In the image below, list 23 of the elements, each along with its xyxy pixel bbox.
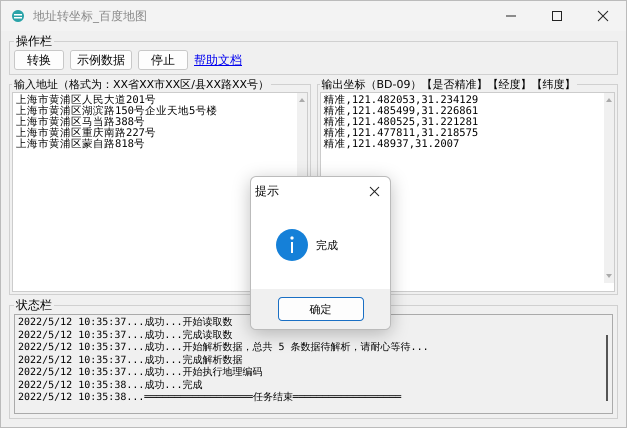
- address-line: 上海市黄浦区蒙自路818号: [16, 139, 146, 150]
- coordinate-line: 精准,121.485499,31.226861: [324, 106, 480, 117]
- address-line: 上海市黄浦区重庆南路227号: [16, 128, 157, 139]
- coordinate-line: 精准,121.480525,31.221281: [324, 117, 480, 128]
- address-line: 上海市黄浦区湖滨路150号企业天地5号楼: [16, 106, 218, 117]
- log-line: 2022/5/12 10:35:38...══════════════════任务结束══════════════════: [18, 392, 402, 404]
- group-title: 输出坐标（BD-09）【是否精准】【经度】【纬度】: [320, 77, 576, 92]
- address-line: 上海市黄浦区人民大道201号: [16, 95, 156, 106]
- address-line: 上海市黄浦区马当路388号: [16, 117, 145, 128]
- log-line: 2022/5/12 10:35:37...成功...完成解析数据: [18, 354, 242, 366]
- coordinate-line: 精准,121.482053,31.234129: [324, 95, 480, 106]
- log-line: 2022/5/12 10:35:37...成功...开始读取数: [18, 317, 232, 330]
- group-title: 状态栏: [15, 297, 53, 314]
- coordinate-line: 精准,121.48937,31.2007: [324, 139, 460, 150]
- group-title: 操作栏: [15, 33, 53, 50]
- window-title: 地址转坐标_百度地图: [33, 8, 147, 24]
- log-line: 2022/5/12 10:35:37...成功...开始执行地理编码: [18, 367, 262, 380]
- group-title: 输入地址（格式为：XX省XX市XX区/县XX路XX号）: [13, 77, 270, 92]
- log-line: 2022/5/12 10:35:37...成功...完成读取数: [18, 330, 232, 342]
- coordinate-line: 精准,121.477811,31.218575: [324, 128, 480, 139]
- log-line: 2022/5/12 10:35:37...成功...开始解析数据，总共 5 条数据待解析，请耐心等待...: [18, 342, 429, 354]
- dialog-title: 提示: [255, 182, 279, 200]
- log-line: 2022/5/12 10:35:38...成功...完成: [18, 380, 202, 392]
